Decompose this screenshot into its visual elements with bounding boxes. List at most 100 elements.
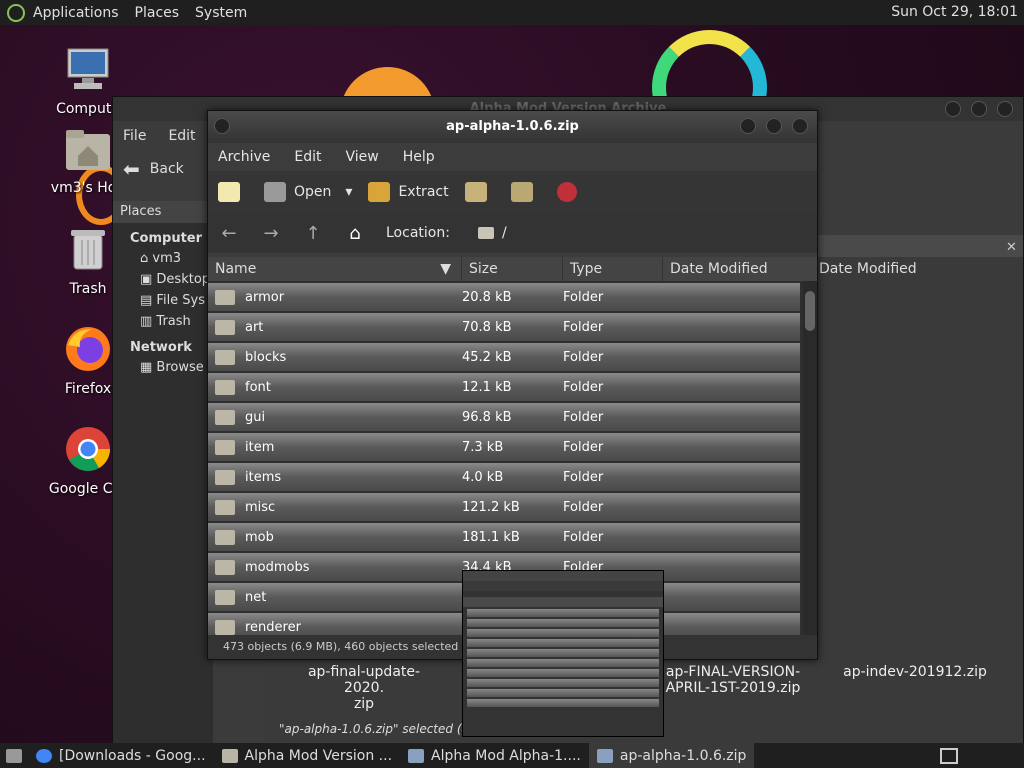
menu-help[interactable]: Help — [403, 149, 435, 165]
file-type: Folder — [563, 349, 604, 365]
back-arrow-icon[interactable]: ← — [218, 223, 240, 244]
add-files-button[interactable] — [464, 182, 495, 202]
file-row[interactable]: art 70.8 kB Folder — [208, 313, 800, 341]
preview-header — [463, 597, 663, 607]
file-name-cell: art — [208, 319, 455, 335]
file-type: Folder — [563, 529, 604, 545]
file-name-cell: modmobs — [208, 559, 455, 575]
window-menu-button[interactable] — [214, 118, 230, 134]
preview-toolbar — [463, 581, 663, 591]
back-button[interactable]: Back — [150, 161, 184, 177]
column-size[interactable]: Size — [462, 257, 563, 281]
column-date-modified[interactable]: Date Modified — [819, 261, 917, 277]
menu-edit[interactable]: Edit — [168, 128, 195, 144]
open-archive-icon — [264, 182, 286, 202]
file-row[interactable]: armor 20.8 kB Folder — [208, 283, 800, 311]
folder-icon — [215, 529, 235, 545]
chevron-down-icon[interactable]: ▾ — [345, 184, 352, 200]
task-alpha-mod-alpha[interactable]: Alpha Mod Alpha-1.... — [400, 743, 589, 768]
menu-applications[interactable]: Applications — [25, 5, 127, 21]
task-downloads[interactable]: [Downloads - Goog... — [28, 743, 214, 768]
file-item[interactable]: ap-indev-201912.zip — [840, 664, 990, 680]
distro-logo-icon[interactable] — [7, 3, 25, 22]
open-button[interactable]: Open ▾ — [264, 182, 352, 202]
home-icon[interactable]: ⌂ — [344, 223, 366, 244]
window-preview-thumbnail[interactable] — [462, 570, 664, 737]
column-date-modified[interactable]: Date Modified — [663, 257, 803, 281]
folder-icon — [215, 379, 235, 395]
stop-button[interactable] — [556, 182, 585, 202]
menu-view[interactable]: View — [346, 149, 379, 165]
file-name-cell: misc — [208, 499, 455, 515]
minimize-button[interactable] — [945, 101, 961, 117]
up-arrow-icon[interactable]: ↑ — [302, 223, 324, 244]
maximize-button[interactable] — [971, 101, 987, 117]
file-name: misc — [245, 499, 276, 515]
sidebar-item-browse[interactable]: ▦ Browse — [113, 357, 213, 378]
chrome-icon — [36, 748, 52, 763]
column-name[interactable]: Name ▼ — [208, 257, 462, 281]
task-ap-alpha-zip[interactable]: ap-alpha-1.0.6.zip — [588, 743, 755, 768]
file-row[interactable]: font 12.1 kB Folder — [208, 373, 800, 401]
clock[interactable]: Sun Oct 29, 18:01 — [891, 4, 1018, 20]
sidebar-item-trash[interactable]: ▥ Trash — [113, 311, 213, 332]
preview-row — [467, 699, 659, 707]
menu-places[interactable]: Places — [127, 5, 188, 21]
show-desktop-icon[interactable] — [0, 743, 28, 768]
file-size: 45.2 kB — [462, 349, 512, 365]
minimize-button[interactable] — [740, 118, 756, 134]
column-label: Name — [215, 261, 257, 277]
folder-icon — [221, 748, 238, 763]
toolbar: Open ▾ Extract — [208, 171, 817, 213]
workspace-switcher-icon[interactable] — [940, 747, 958, 764]
preview-row — [467, 689, 659, 697]
file-item[interactable]: ap-final-update-2020. zip — [289, 664, 439, 712]
new-archive-icon — [218, 182, 240, 202]
menu-system[interactable]: System — [187, 5, 255, 21]
menu-archive[interactable]: Archive — [218, 149, 270, 165]
sidebar-item-desktop[interactable]: ▣ Desktop — [113, 269, 213, 290]
close-pane-icon[interactable]: ✕ — [1006, 240, 1017, 255]
file-row[interactable]: mob 181.1 kB Folder — [208, 523, 800, 551]
file-name-cell: font — [208, 379, 455, 395]
preview-titlebar — [463, 571, 663, 581]
forward-arrow-icon[interactable]: → — [260, 223, 282, 244]
file-name: renderer — [245, 619, 301, 635]
close-button[interactable] — [792, 118, 808, 134]
column-type[interactable]: Type — [563, 257, 663, 281]
preview-row — [467, 619, 659, 627]
new-archive-button[interactable] — [218, 182, 248, 202]
close-button[interactable] — [997, 101, 1013, 117]
sidebar-item-filesystem[interactable]: ▤ File Sys — [113, 290, 213, 311]
vertical-scrollbar[interactable] — [803, 281, 817, 635]
location-path[interactable]: / — [502, 225, 507, 241]
sidebar-section-network: Network — [130, 340, 192, 355]
file-name: item — [245, 439, 275, 455]
file-name-cell: blocks — [208, 349, 455, 365]
task-label: Alpha Mod Version ... — [244, 747, 393, 764]
file-type: Folder — [563, 499, 604, 515]
file-row[interactable]: items 4.0 kB Folder — [208, 463, 800, 491]
window-title-text: ap-alpha-1.0.6.zip — [446, 119, 579, 134]
file-size: 96.8 kB — [462, 409, 512, 425]
back-arrow-icon[interactable]: ⬅ — [123, 157, 140, 181]
taskbar: [Downloads - Goog... Alpha Mod Version .… — [0, 743, 1024, 768]
folder-icon — [215, 319, 235, 335]
menu-file[interactable]: File — [123, 128, 146, 144]
file-item[interactable]: ap-FINAL-VERSION- APRIL-1ST-2019.zip — [658, 664, 808, 696]
add-folder-button[interactable] — [510, 182, 541, 202]
sidebar-item-label: File Sys — [156, 293, 206, 308]
file-row[interactable]: item 7.3 kB Folder — [208, 433, 800, 461]
file-row[interactable]: misc 121.2 kB Folder — [208, 493, 800, 521]
sidebar-item-vm3[interactable]: ⌂ vm3 — [113, 248, 213, 269]
file-row[interactable]: blocks 45.2 kB Folder — [208, 343, 800, 371]
maximize-button[interactable] — [766, 118, 782, 134]
menu-edit[interactable]: Edit — [294, 149, 321, 165]
task-alpha-mod-version[interactable]: Alpha Mod Version ... — [214, 743, 401, 768]
scrollbar-thumb[interactable] — [805, 291, 815, 331]
file-row[interactable]: gui 96.8 kB Folder — [208, 403, 800, 431]
task-label: Alpha Mod Alpha-1.... — [431, 747, 581, 764]
extract-button[interactable]: Extract — [368, 182, 449, 202]
places-header[interactable]: Places — [113, 201, 213, 223]
task-label: [Downloads - Goog... — [59, 747, 206, 764]
